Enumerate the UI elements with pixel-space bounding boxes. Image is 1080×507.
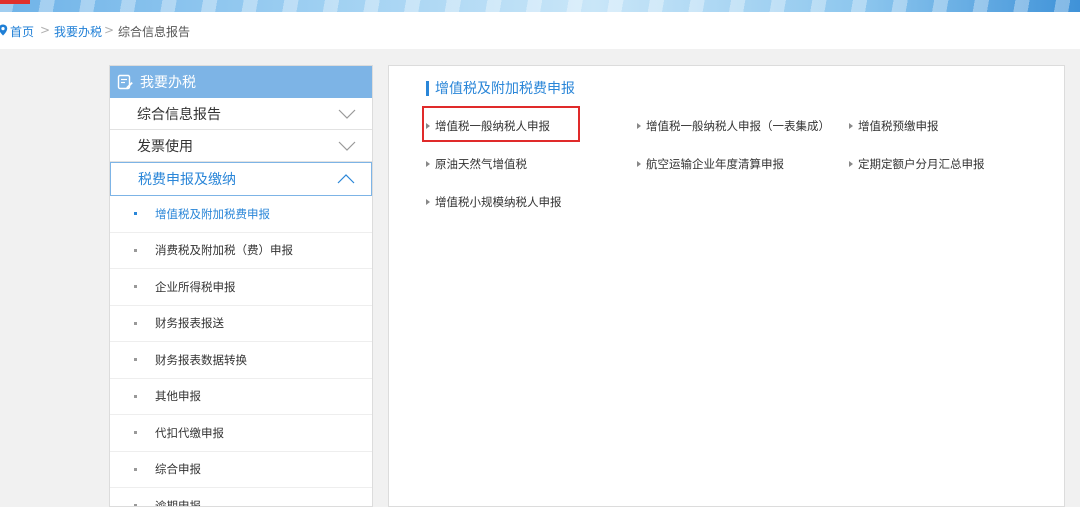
sidebar-subitem-financial-statements[interactable]: 财务报表报送 [110,306,372,342]
link-fixed-quota-monthly[interactable]: 定期定额户分月汇总申报 [849,156,985,172]
bullet-icon [134,285,137,289]
sidebar-subitem-label: 逾期申报 [155,498,201,507]
link-aviation-annual-settlement[interactable]: 航空运输企业年度清算申报 [637,156,784,172]
caret-right-icon [637,123,641,129]
sidebar-subitem-withholding[interactable]: 代扣代缴申报 [110,415,372,452]
sidebar-subitem-label: 财务报表报送 [155,316,224,331]
caret-right-icon [426,161,430,167]
sidebar-subitem-label: 代扣代缴申报 [155,425,224,440]
section-title: 增值税及附加税费申报 [426,80,575,97]
caret-right-icon [426,123,430,129]
sidebar-subitem-label: 消费税及附加税（费）申报 [155,243,293,258]
sidebar-title: 我要办税 [140,75,196,91]
location-pin-icon [0,24,8,36]
bullet-icon [134,321,137,325]
link-label: 增值税预缴申报 [858,119,939,133]
chevron-down-icon [338,141,356,151]
breadcrumb-section-link[interactable]: 我要办税 [54,23,102,40]
sidebar-subitem-label: 财务报表数据转换 [155,352,247,367]
section-title-text: 增值税及附加税费申报 [435,81,575,97]
main-panel: 增值税及附加税费申报 增值税一般纳税人申报 增值税一般纳税人申报（一表集成） 增… [388,65,1065,507]
link-vat-prepayment[interactable]: 增值税预缴申报 [849,118,939,134]
breadcrumb-separator: > [104,23,115,37]
bullet-icon [134,394,137,398]
sidebar-subitem-corporate-income-tax[interactable]: 企业所得税申报 [110,269,372,306]
link-label: 原油天然气增值税 [435,157,527,171]
caret-right-icon [637,161,641,167]
breadcrumb: 首页 > 我要办税 > 综合信息报告 [0,12,1080,49]
link-vat-general-integrated[interactable]: 增值税一般纳税人申报（一表集成） [637,118,830,134]
link-label: 增值税一般纳税人申报 [435,119,550,133]
bullet-icon [134,358,137,362]
chevron-up-icon [337,174,355,184]
caret-right-icon [849,123,853,129]
title-accent-bar [426,80,429,96]
caret-right-icon [849,161,853,167]
banner-logo-fragment [0,0,30,4]
sidebar-subitem-statement-conversion[interactable]: 财务报表数据转换 [110,342,372,379]
sidebar: 我要办税 综合信息报告 发票使用 税费申报及缴纳 增值税及附加税费申报 消费税及… [109,65,373,507]
breadcrumb-current: 综合信息报告 [118,25,191,39]
caret-right-icon [426,199,430,205]
document-edit-icon [117,74,133,90]
sidebar-menu-label: 税费申报及缴纳 [138,172,236,188]
breadcrumb-separator: > [40,23,51,37]
sidebar-subitem-overdue-filing[interactable]: 逾期申报 [110,488,372,507]
sidebar-menu-label: 综合信息报告 [137,106,221,123]
link-vat-general-taxpayer[interactable]: 增值税一般纳税人申报 [426,118,550,134]
sidebar-menu-tax-filing[interactable]: 税费申报及缴纳 [110,162,372,196]
bullet-icon [134,248,137,252]
chevron-down-icon [338,109,356,119]
link-label: 增值税小规模纳税人申报 [435,195,562,209]
sidebar-subitem-label: 企业所得税申报 [155,279,236,294]
sidebar-subitem-label: 综合申报 [155,462,201,477]
sidebar-subitem-label: 其他申报 [155,389,201,404]
sidebar-menu-label: 发票使用 [137,138,193,155]
sidebar-subitem-vat-filing[interactable]: 增值税及附加税费申报 [110,196,372,233]
link-label: 航空运输企业年度清算申报 [646,157,784,171]
link-vat-small-scale[interactable]: 增值税小规模纳税人申报 [426,194,562,210]
sidebar-subitem-other-filing[interactable]: 其他申报 [110,379,372,415]
sidebar-menu-invoice[interactable]: 发票使用 [110,130,372,162]
bullet-icon [134,431,137,435]
sidebar-subitem-comprehensive-filing[interactable]: 综合申报 [110,452,372,488]
link-label: 定期定额户分月汇总申报 [858,157,985,171]
breadcrumb-home-link[interactable]: 首页 [10,23,34,40]
sidebar-subitem-label: 增值税及附加税费申报 [155,206,270,221]
bullet-icon [134,467,137,471]
banner-wave-decoration [0,0,1080,12]
top-banner [0,0,1080,12]
bullet-icon [134,212,137,216]
sidebar-menu-info-report[interactable]: 综合信息报告 [110,98,372,130]
link-oil-gas-vat[interactable]: 原油天然气增值税 [426,156,527,172]
link-label: 增值税一般纳税人申报（一表集成） [646,119,830,133]
sidebar-header: 我要办税 [110,66,372,98]
sidebar-subitem-consumption-tax[interactable]: 消费税及附加税（费）申报 [110,233,372,269]
